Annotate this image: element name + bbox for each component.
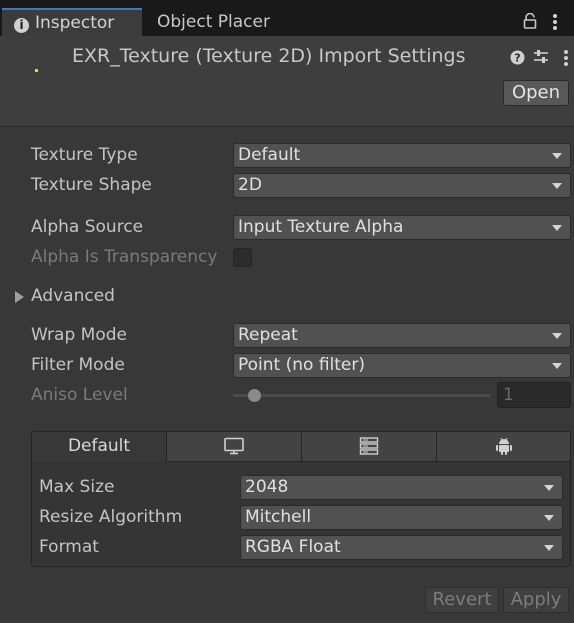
chevron-down-icon bbox=[552, 225, 562, 231]
info-icon: i bbox=[14, 18, 29, 33]
monitor-icon bbox=[223, 436, 245, 456]
help-icon[interactable]: ? bbox=[510, 50, 525, 70]
apply-button[interactable]: Apply bbox=[503, 587, 569, 613]
aniso-level-slider-thumb[interactable] bbox=[248, 389, 261, 402]
max-size-label: Max Size bbox=[39, 477, 115, 497]
texture-thumbnail bbox=[35, 69, 38, 72]
lock-icon[interactable] bbox=[523, 12, 537, 34]
tab-inspector-label: Inspector bbox=[35, 13, 115, 33]
platform-tab-android[interactable] bbox=[437, 432, 570, 462]
platform-tab-server[interactable] bbox=[302, 432, 437, 462]
chevron-down-icon bbox=[552, 363, 562, 369]
alpha-is-transparency-checkbox[interactable] bbox=[233, 248, 252, 267]
chevron-down-icon bbox=[544, 485, 554, 491]
max-size-dropdown[interactable]: 2048 bbox=[240, 475, 563, 500]
tab-inspector[interactable]: i Inspector bbox=[2, 8, 142, 36]
chevron-down-icon bbox=[552, 333, 562, 339]
aniso-level-label: Aniso Level bbox=[31, 385, 128, 405]
resize-algorithm-dropdown[interactable]: Mitchell bbox=[240, 505, 563, 530]
header-menu-icon[interactable] bbox=[563, 49, 569, 72]
wrap-mode-label: Wrap Mode bbox=[31, 325, 127, 345]
platform-tab-default[interactable]: Default bbox=[32, 432, 167, 462]
chevron-down-icon bbox=[544, 515, 554, 521]
alpha-is-transparency-label: Alpha Is Transparency bbox=[31, 247, 218, 267]
revert-button[interactable]: Revert bbox=[425, 587, 499, 613]
filter-mode-label: Filter Mode bbox=[31, 355, 125, 375]
page-title: EXR_Texture (Texture 2D) Import Settings bbox=[72, 45, 466, 67]
texture-type-dropdown[interactable]: Default bbox=[233, 143, 571, 168]
aniso-level-slider-track[interactable] bbox=[233, 394, 491, 397]
format-label: Format bbox=[39, 537, 99, 557]
foldout-arrow-icon[interactable] bbox=[15, 291, 24, 303]
filter-mode-value: Point (no filter) bbox=[238, 355, 366, 375]
alpha-source-value: Input Texture Alpha bbox=[238, 217, 404, 237]
texture-shape-value: 2D bbox=[238, 175, 262, 195]
server-icon bbox=[359, 436, 379, 456]
aniso-level-field[interactable]: 1 bbox=[497, 382, 571, 408]
format-value: RGBA Float bbox=[245, 537, 341, 557]
tab-object-placer-label: Object Placer bbox=[157, 12, 270, 32]
resize-algorithm-value: Mitchell bbox=[245, 507, 312, 527]
texture-shape-dropdown[interactable]: 2D bbox=[233, 173, 571, 198]
android-icon bbox=[495, 436, 513, 456]
alpha-source-dropdown[interactable]: Input Texture Alpha bbox=[233, 215, 571, 240]
texture-shape-label: Texture Shape bbox=[31, 175, 152, 195]
filter-mode-dropdown[interactable]: Point (no filter) bbox=[233, 353, 571, 378]
texture-type-value: Default bbox=[238, 145, 301, 165]
resize-algorithm-label: Resize Algorithm bbox=[39, 507, 183, 527]
tab-object-placer[interactable]: Object Placer bbox=[144, 8, 302, 36]
max-size-value: 2048 bbox=[245, 477, 289, 497]
alpha-source-label: Alpha Source bbox=[31, 217, 144, 237]
texture-type-label: Texture Type bbox=[31, 145, 138, 165]
chevron-down-icon bbox=[544, 545, 554, 551]
wrap-mode-dropdown[interactable]: Repeat bbox=[233, 323, 571, 348]
presets-icon[interactable] bbox=[533, 49, 549, 70]
platform-tab-standalone[interactable] bbox=[167, 432, 302, 462]
format-dropdown[interactable]: RGBA Float bbox=[240, 535, 563, 560]
wrap-mode-value: Repeat bbox=[238, 325, 298, 345]
kebab-menu-icon[interactable] bbox=[552, 13, 558, 36]
platform-tab-default-label: Default bbox=[67, 436, 131, 456]
chevron-down-icon bbox=[552, 183, 562, 189]
open-button[interactable]: Open bbox=[503, 80, 569, 106]
svg-text:?: ? bbox=[514, 52, 520, 65]
chevron-down-icon bbox=[552, 153, 562, 159]
advanced-foldout-label[interactable]: Advanced bbox=[31, 286, 115, 306]
